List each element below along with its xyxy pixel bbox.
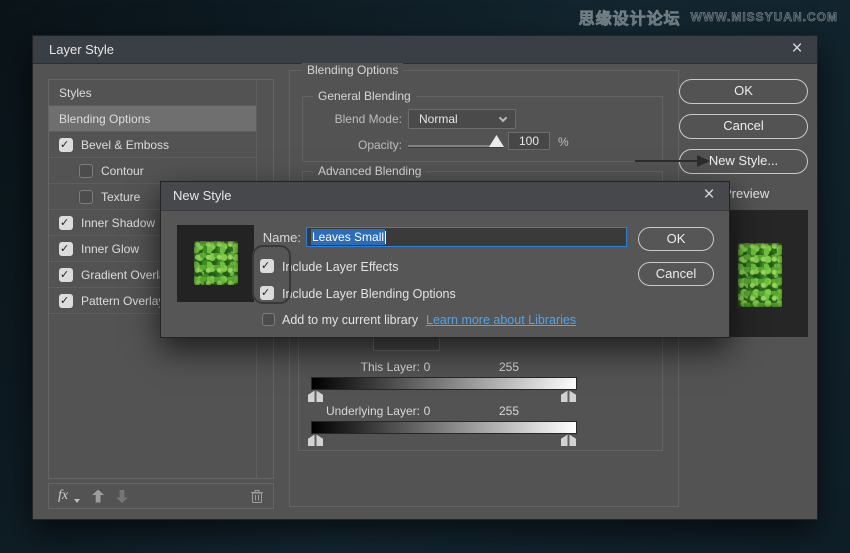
preview-panel	[730, 210, 808, 337]
annotation-highlight-box	[252, 245, 291, 304]
this-layer-gradient-bar[interactable]	[311, 377, 577, 390]
close-icon[interactable]	[697, 182, 721, 210]
advanced-blending-legend: Advanced Blending	[313, 164, 426, 178]
checkbox-checked-icon[interactable]	[59, 242, 73, 256]
selected-text: Leaves Small	[311, 229, 385, 245]
opacity-slider-thumb[interactable]	[489, 135, 504, 147]
this-layer-black-slider[interactable]	[308, 390, 323, 402]
annotation-arrow-head	[697, 155, 710, 167]
trash-icon	[250, 489, 264, 504]
preview-thumbnail	[738, 243, 782, 307]
underlying-layer-gradient-bar[interactable]	[311, 421, 577, 434]
sidebar-item-label: Contour	[101, 164, 144, 178]
this-layer-min: 0	[419, 360, 435, 374]
general-blending-group: General Blending Blend Mode: Normal Opac…	[302, 96, 663, 162]
panel-legend: Blending Options	[302, 63, 403, 77]
underlying-layer-max: 255	[495, 404, 523, 418]
layer-style-title: Layer Style	[49, 36, 114, 64]
sidebar-item-label: Bevel & Emboss	[81, 138, 169, 152]
this-layer-label: This Layer:	[299, 360, 420, 374]
watermark: 思缘设计论坛 WWW.MISSYUAN.COM	[579, 5, 838, 29]
percent-label: %	[558, 135, 572, 149]
libraries-link[interactable]: Learn more about Libraries	[426, 313, 576, 327]
annotation-arrow-line	[635, 160, 699, 162]
style-thumbnail	[194, 241, 238, 285]
style-name-input[interactable]: Leaves Small	[306, 227, 627, 247]
text-caret	[385, 231, 386, 244]
desktop-background: 思缘设计论坛 WWW.MISSYUAN.COM Layer Style Styl…	[0, 0, 850, 553]
watermark-site-name: 思缘设计论坛	[579, 5, 681, 29]
new-style-dialog: New Style Name: Leaves Small OK Cancel I…	[160, 181, 730, 338]
sidebar-item-label: Gradient Overlay	[81, 268, 172, 282]
opacity-label: Opacity:	[303, 138, 402, 152]
add-to-library-checkbox[interactable]	[262, 313, 275, 326]
fx-menu-icon[interactable]: fx	[58, 489, 68, 503]
checkbox-checked-icon[interactable]	[59, 216, 73, 230]
underlying-layer-label: Underlying Layer:	[299, 404, 420, 418]
delete-style-button[interactable]	[250, 489, 264, 504]
checkbox-checked-icon[interactable]	[59, 294, 73, 308]
blend-mode-label: Blend Mode:	[303, 112, 402, 126]
this-layer-white-slider[interactable]	[561, 390, 576, 402]
chevron-down-icon	[499, 114, 507, 122]
sidebar-item-styles[interactable]: Styles	[49, 80, 256, 106]
add-to-library-label: Add to my current library	[282, 313, 418, 327]
underlying-layer-white-slider[interactable]	[561, 434, 576, 446]
new-style-title: New Style	[173, 182, 232, 210]
fx-caret-icon	[74, 499, 80, 503]
general-blending-legend: General Blending	[313, 89, 416, 103]
blend-if-group: This Layer: 0 255 Underlying Layer: 0 25…	[298, 321, 663, 451]
ok-button[interactable]: OK	[679, 79, 808, 104]
include-layer-blending-options-label: Include Layer Blending Options	[282, 287, 456, 301]
sidebar-item-label: Blending Options	[59, 112, 150, 126]
new-style-cancel-button[interactable]: Cancel	[638, 262, 714, 286]
checkbox-checked-icon[interactable]	[59, 268, 73, 282]
blend-mode-value: Normal	[419, 112, 458, 126]
sidebar-item-label: Inner Glow	[81, 242, 139, 256]
sidebar-item-label: Texture	[101, 190, 140, 204]
opacity-value-field[interactable]: 100	[508, 132, 550, 150]
sidebar-item-blending-options[interactable]: Blending Options	[49, 106, 256, 132]
name-label: Name:	[221, 230, 301, 245]
opacity-slider-track[interactable]	[408, 145, 503, 148]
underlying-layer-black-slider[interactable]	[308, 434, 323, 446]
sidebar-item-label: Styles	[59, 86, 92, 100]
move-down-icon[interactable]	[116, 490, 128, 503]
fx-toolbar: fx	[48, 483, 274, 509]
checkbox-unchecked-icon[interactable]	[79, 164, 93, 178]
new-style-ok-button[interactable]: OK	[638, 227, 714, 251]
watermark-site-url: WWW.MISSYUAN.COM	[691, 10, 838, 24]
sidebar-item-bevel-emboss[interactable]: Bevel & Emboss	[49, 132, 256, 158]
sidebar-item-label: Pattern Overlay	[81, 294, 164, 308]
blend-mode-select[interactable]: Normal	[408, 109, 516, 129]
new-style-titlebar[interactable]: New Style	[161, 182, 729, 211]
checkbox-unchecked-icon[interactable]	[79, 190, 93, 204]
this-layer-max: 255	[495, 360, 523, 374]
sidebar-item-label: Inner Shadow	[81, 216, 155, 230]
cancel-button[interactable]: Cancel	[679, 114, 808, 139]
include-layer-effects-label: Include Layer Effects	[282, 260, 399, 274]
close-icon[interactable]	[785, 36, 809, 64]
layer-style-titlebar[interactable]: Layer Style	[33, 36, 817, 64]
move-up-icon[interactable]	[92, 490, 104, 503]
underlying-layer-min: 0	[419, 404, 435, 418]
checkbox-checked-icon[interactable]	[59, 138, 73, 152]
